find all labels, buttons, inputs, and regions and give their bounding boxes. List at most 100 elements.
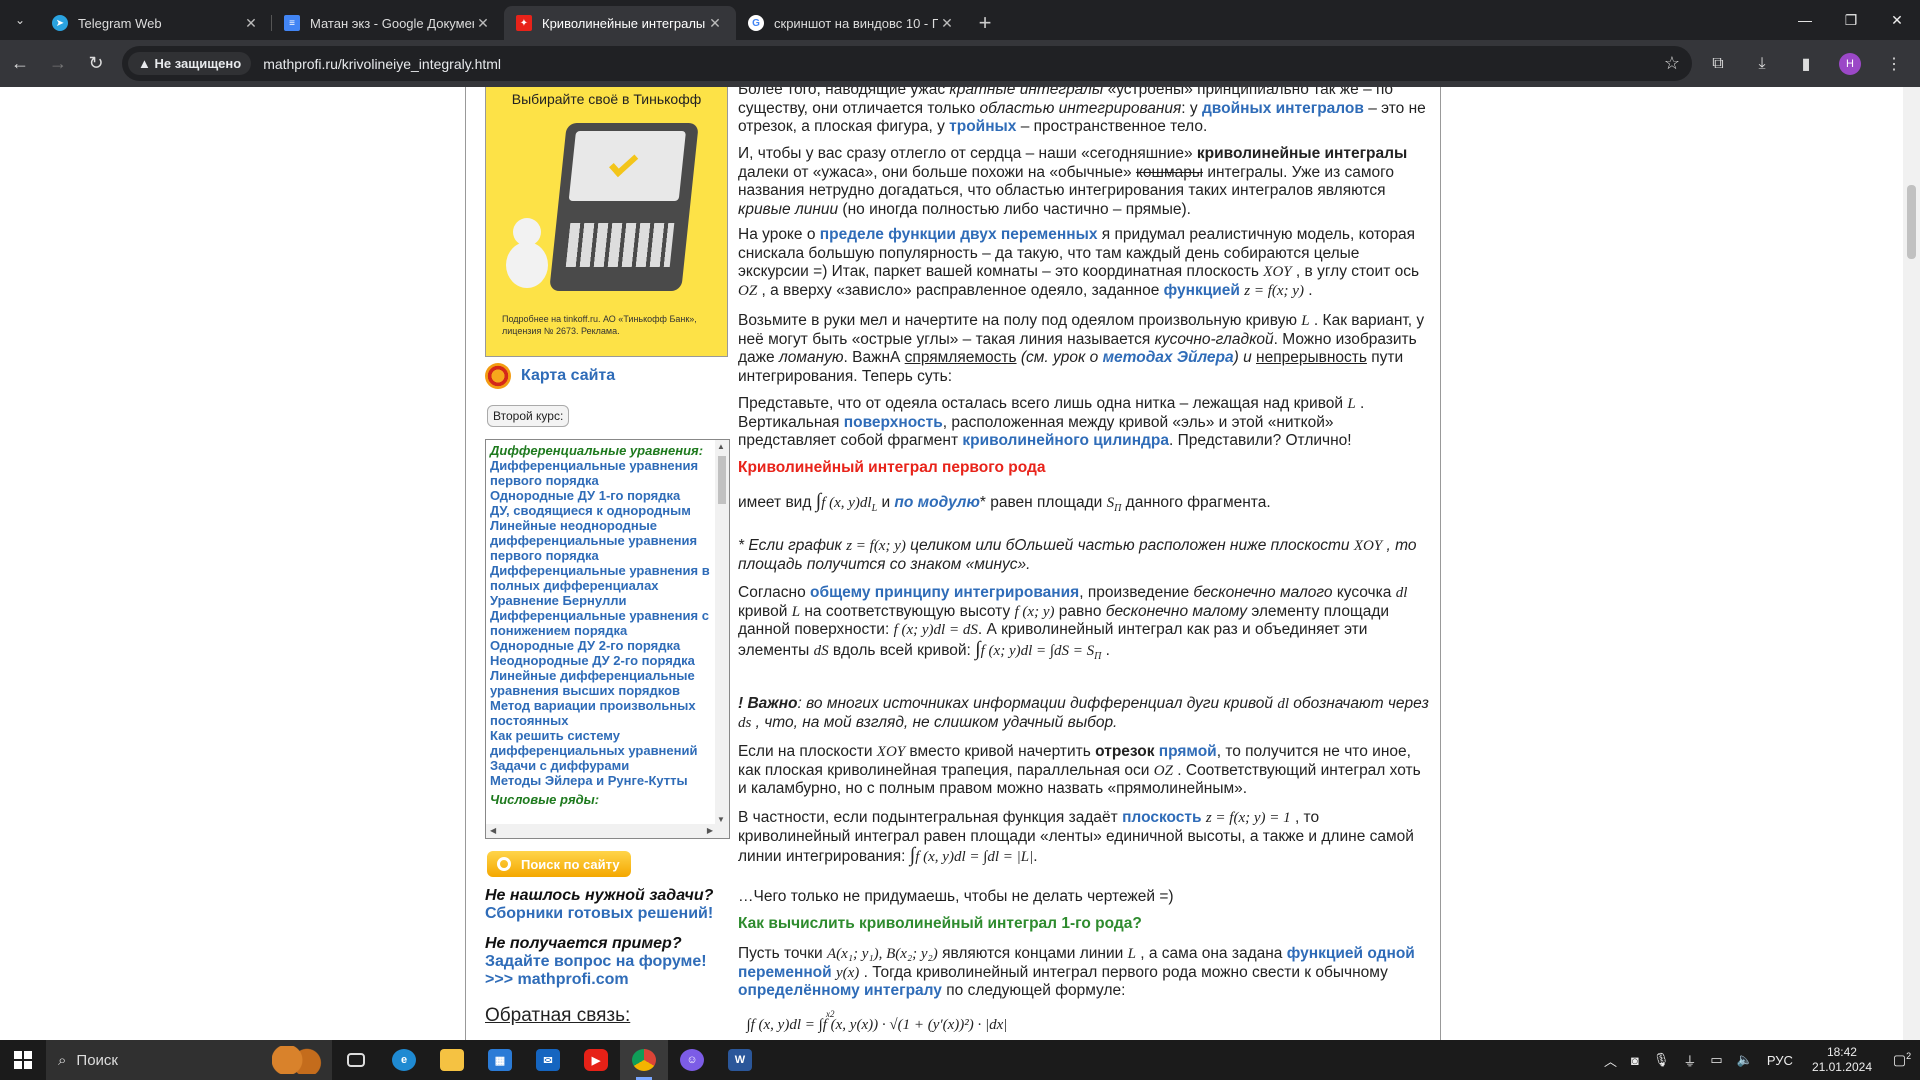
topic-link[interactable]: Задачи с диффурами <box>490 758 710 773</box>
topic-link[interactable]: Однородные ДУ 2-го порядка <box>490 638 710 653</box>
definite-integral-link[interactable]: определённому интегралу <box>738 982 942 999</box>
docs-icon: ≡ <box>284 15 300 31</box>
triple-integrals-link[interactable]: тройных <box>949 118 1016 135</box>
forum-link[interactable]: Задайте вопрос на форуме! <box>485 953 707 970</box>
limit-two-variables-link[interactable]: пределе функции двух переменных <box>820 226 1098 243</box>
topic-link[interactable]: ДУ, сводящиеся к однородным <box>490 503 710 518</box>
url-text[interactable]: mathprofi.ru/krivolineiye_integraly.html <box>263 56 501 72</box>
taskbar-explorer[interactable] <box>428 1040 476 1080</box>
forward-button[interactable]: → <box>40 46 76 82</box>
formula: x2∫f (x, y)dl = ∫f (x, y(x)) · √(1 + (y′… <box>746 1009 1008 1033</box>
window-controls: — ❐ ✕ <box>1782 0 1920 40</box>
feedback-heading[interactable]: Обратная связь: <box>485 1005 630 1027</box>
paragraph: Возьмите в руки мел и начертите на полу … <box>738 312 1425 385</box>
plane-link[interactable]: плоскость <box>1122 809 1201 826</box>
close-icon[interactable]: ✕ <box>706 15 724 32</box>
topic-link[interactable]: Линейные дифференциальные уравнения высш… <box>490 668 710 698</box>
side-panel-icon[interactable]: ▮ <box>1788 46 1824 82</box>
category-heading: Числовые ряды: <box>490 792 600 807</box>
sidebar: Выбирайте своё в Тинькофф Подробнее на t… <box>475 87 731 1040</box>
euler-methods-link[interactable]: методах Эйлера <box>1103 349 1234 366</box>
paragraph: Представьте, что от одеяла осталась всег… <box>738 395 1365 449</box>
topic-link[interactable]: Метод вариации произвольных постоянных <box>490 698 710 728</box>
clock[interactable]: 18:42 21.01.2024 <box>1812 1045 1872 1075</box>
mathprofi-icon: ✦ <box>516 15 532 31</box>
profile-avatar[interactable]: Н <box>1839 53 1861 75</box>
paragraph: На уроке о пределе функции двух переменн… <box>738 226 1420 299</box>
menu-kebab-icon[interactable]: ⋮ <box>1876 46 1912 82</box>
taskbar-youtube[interactable]: ▶ <box>572 1040 620 1080</box>
topic-link[interactable]: Неоднородные ДУ 2-го порядка <box>490 653 710 668</box>
close-icon[interactable]: ✕ <box>938 15 956 32</box>
minimize-icon[interactable]: — <box>1782 0 1828 40</box>
topic-link[interactable]: Дифференциальные уравнения с понижением … <box>490 608 710 638</box>
reload-button[interactable]: ↻ <box>78 46 114 82</box>
close-icon[interactable]: ✕ <box>474 15 492 32</box>
usb-icon[interactable]: ⏚ <box>1683 1051 1696 1070</box>
topics-hscrollbar[interactable]: ◀ ▶ <box>486 824 729 838</box>
taskbar-mail[interactable]: ✉ <box>524 1040 572 1080</box>
extensions-icon[interactable]: ⧉ <box>1700 46 1736 82</box>
volume-icon[interactable]: 🔈 <box>1737 1052 1753 1068</box>
tab-google-docs[interactable]: ≡ Матан экз - Google Документы ✕ <box>272 6 504 40</box>
taskbar-store[interactable]: ▦ <box>476 1040 524 1080</box>
important-note: ! Важно: во многих источниках информации… <box>738 695 1429 731</box>
topics-scrollbar[interactable]: ▲ ▼ <box>715 440 729 826</box>
task-view-icon <box>347 1053 365 1067</box>
taskbar-discord[interactable]: ☺ <box>668 1040 716 1080</box>
close-window-icon[interactable]: ✕ <box>1874 0 1920 40</box>
store-icon: ▦ <box>488 1049 512 1071</box>
language-indicator[interactable]: РУС <box>1767 1053 1793 1068</box>
microphone-icon[interactable]: 🎙 <box>1653 1052 1670 1068</box>
topic-link[interactable]: Однородные ДУ 1-го порядка <box>490 488 710 503</box>
footnote-paragraph: * Если график z = f(x; y) целиком или бО… <box>738 537 1417 573</box>
topics-scroll-box[interactable]: Дифференциальные уравнения: Дифференциал… <box>485 439 730 839</box>
tab-telegram[interactable]: ➤ Telegram Web ✕ <box>40 6 272 40</box>
restore-icon[interactable]: ❐ <box>1828 0 1874 40</box>
sitemap-link[interactable]: Карта сайта <box>521 367 615 385</box>
security-badge[interactable]: ▲ Не защищено <box>128 52 252 75</box>
straight-line-link[interactable]: прямой <box>1159 743 1217 760</box>
network-icon[interactable]: ▭ <box>1710 1052 1722 1068</box>
tinkoff-ad-banner[interactable]: Выбирайте своё в Тинькофф Подробнее на t… <box>485 87 728 357</box>
page-viewport: Выбирайте своё в Тинькофф Подробнее на t… <box>0 87 1920 1040</box>
surface-link[interactable]: поверхность <box>844 414 943 431</box>
topic-link[interactable]: Линейные неоднородные дифференциальные у… <box>490 518 710 563</box>
notifications-button[interactable]: ▢2 <box>1884 1051 1920 1069</box>
mathprofi-com-link[interactable]: >>> mathprofi.com <box>485 971 629 988</box>
scroll-down-icon[interactable]: ▼ <box>717 815 725 824</box>
download-icon[interactable]: ⤓ <box>1744 46 1780 82</box>
address-bar[interactable]: ▲ Не защищено mathprofi.ru/krivolineiye_… <box>122 46 1692 81</box>
topic-link[interactable]: Дифференциальные уравнения первого поряд… <box>490 458 710 488</box>
topic-link[interactable]: Уравнение Бернулли <box>490 593 710 608</box>
tab-search-button[interactable]: ⌄ <box>0 0 40 40</box>
task-view-button[interactable] <box>332 1040 380 1080</box>
search-highlight-illustration <box>272 1046 322 1074</box>
topic-link[interactable]: Дифференциальные уравнения в полных дифф… <box>490 563 710 593</box>
start-button[interactable] <box>0 1040 46 1080</box>
topic-link[interactable]: Как решить систему дифференциальных урав… <box>490 728 710 758</box>
scroll-up-icon[interactable]: ▲ <box>717 442 725 451</box>
page-scrollbar[interactable] <box>1903 87 1920 1040</box>
site-search-button[interactable]: Поиск по сайту <box>487 851 631 877</box>
close-icon[interactable]: ✕ <box>242 15 260 32</box>
curvilinear-cylinder-link[interactable]: криволинейного цилиндра <box>962 432 1169 449</box>
camera-icon[interactable]: ◙ <box>1631 1053 1639 1068</box>
taskbar-word[interactable]: W <box>716 1040 764 1080</box>
page-scrollbar-thumb[interactable] <box>1907 185 1916 259</box>
taskbar-edge[interactable]: e <box>380 1040 428 1080</box>
topic-link[interactable]: Методы Эйлера и Рунге-Кутты <box>490 773 710 788</box>
tab-google-search[interactable]: G скриншот на виндовс 10 - Пои ✕ <box>736 6 968 40</box>
chevron-up-icon[interactable]: ︿ <box>1604 1051 1617 1070</box>
taskbar-search[interactable]: ⌕ Поиск <box>46 1040 332 1080</box>
function-link[interactable]: функцией <box>1164 282 1240 299</box>
solutions-link[interactable]: Сборники готовых решений! <box>485 905 713 922</box>
tab-mathprofi[interactable]: ✦ Криволинейные интегралы. Пр ✕ <box>504 6 736 40</box>
taskbar-chrome[interactable] <box>620 1040 668 1080</box>
back-button[interactable]: ← <box>2 46 38 82</box>
double-integrals-link[interactable]: двойных интегралов <box>1202 100 1364 117</box>
new-tab-button[interactable]: + <box>968 6 1002 40</box>
modulus-link[interactable]: по модулю <box>894 494 979 511</box>
bookmark-star-icon[interactable]: ☆ <box>1664 53 1680 74</box>
integration-principle-link[interactable]: общему принципу интегрирования <box>810 584 1079 601</box>
